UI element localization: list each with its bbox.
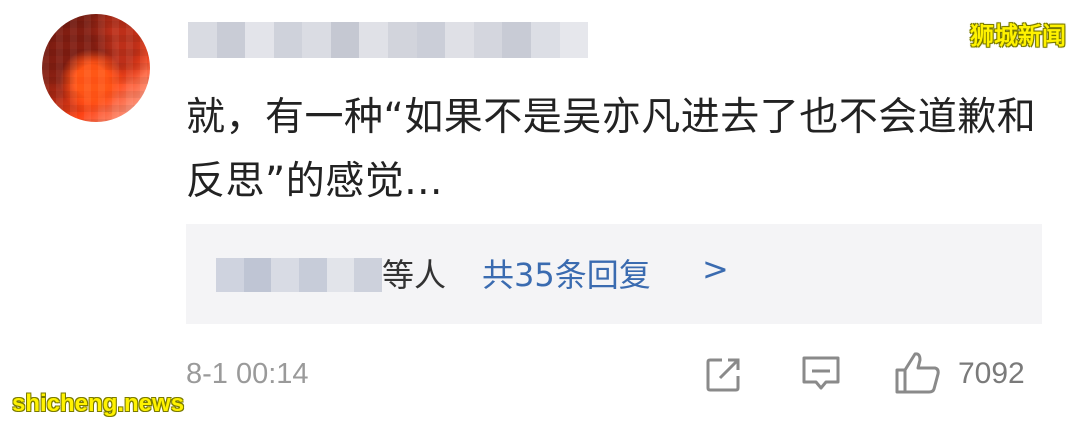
watermark-top-right: 狮城新闻 [970, 22, 1066, 50]
user-avatar[interactable] [42, 14, 150, 122]
reply-users-suffix: 等人 [382, 256, 447, 294]
comment-icon[interactable] [800, 354, 842, 394]
reply-usernames-pixelated [216, 258, 383, 292]
replies-box[interactable]: 等人 共35条回复 > [186, 224, 1042, 324]
chevron-right-icon[interactable]: > [702, 250, 729, 288]
username-pixelated[interactable] [188, 22, 589, 58]
view-replies-link[interactable]: 共35条回复 [482, 250, 651, 296]
share-icon[interactable] [702, 354, 744, 396]
like-count: 7092 [958, 357, 1025, 390]
comment-text: 就，有一种“如果不是吴亦凡进去了也不会道歉和反思”的感觉... [186, 95, 1037, 204]
thumbs-up-icon[interactable] [893, 350, 943, 396]
comment-timestamp: 8-1 00:14 [186, 358, 309, 390]
watermark-bottom-left: shicheng.news [12, 390, 185, 417]
